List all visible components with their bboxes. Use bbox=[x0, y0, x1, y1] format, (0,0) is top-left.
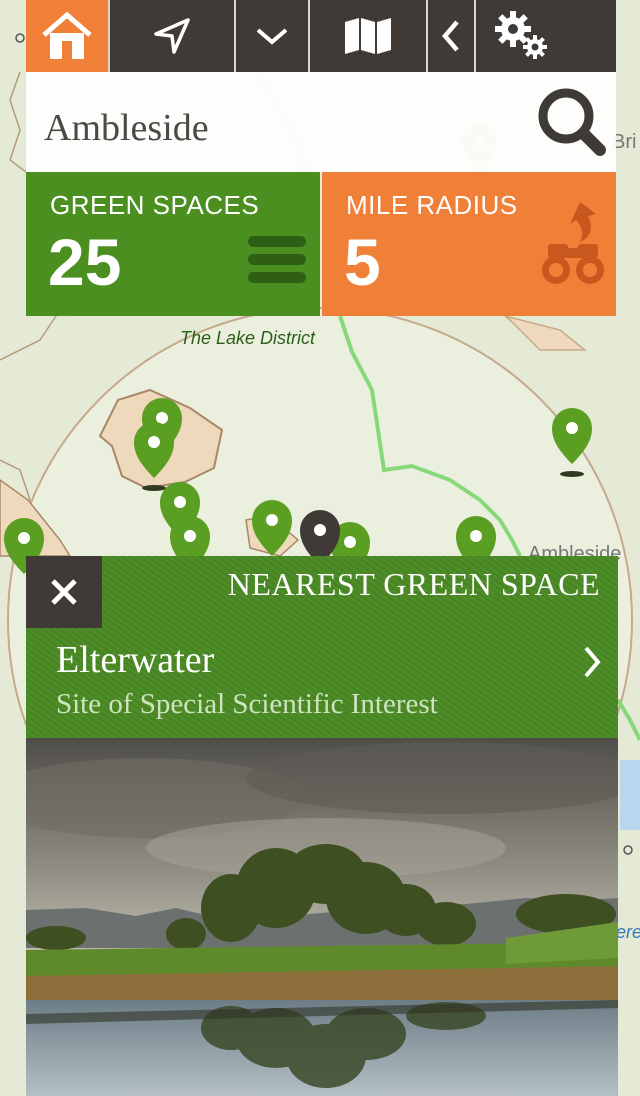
top-toolbar bbox=[26, 0, 616, 72]
mile-radius-label: MILE RADIUS bbox=[346, 190, 518, 220]
chevron-down-icon bbox=[256, 28, 288, 45]
nearest-heading: NEAREST GREEN SPACE bbox=[227, 566, 600, 602]
green-spaces-count: 25 bbox=[48, 225, 122, 299]
landscape-photo bbox=[26, 738, 618, 1096]
location-search-input[interactable]: Ambleside bbox=[44, 106, 209, 150]
settings-gears-icon bbox=[495, 11, 547, 59]
mile-radius-tile[interactable]: MILE RADIUS 5 bbox=[322, 172, 616, 316]
search-icon[interactable] bbox=[536, 86, 606, 156]
map-region-label: The Lake District bbox=[180, 328, 316, 348]
home-icon bbox=[42, 11, 92, 59]
map-edge-label-bottom: ere bbox=[616, 922, 640, 942]
map-icon bbox=[345, 18, 391, 54]
chevron-right-icon[interactable] bbox=[580, 644, 604, 680]
place-designation: Site of Special Scientific Interest bbox=[56, 688, 438, 720]
nearest-green-space-panel[interactable]: NEAREST GREEN SPACE Elterwater Site of S… bbox=[26, 556, 618, 738]
close-button[interactable] bbox=[26, 556, 102, 628]
back-icon bbox=[442, 20, 459, 52]
home-button[interactable] bbox=[26, 0, 108, 72]
green-spaces-label: GREEN SPACES bbox=[50, 190, 260, 220]
mile-radius-value: 5 bbox=[344, 225, 381, 299]
list-icon bbox=[248, 236, 306, 283]
binoculars-icon bbox=[542, 202, 604, 284]
location-arrow-icon bbox=[154, 18, 190, 54]
locate-me-button[interactable] bbox=[108, 0, 234, 72]
map-view-button[interactable] bbox=[308, 0, 426, 72]
place-name: Elterwater bbox=[56, 639, 215, 681]
back-button[interactable] bbox=[426, 0, 474, 72]
location-search-bar[interactable]: Ambleside bbox=[26, 72, 616, 172]
green-spaces-tile[interactable]: GREEN SPACES 25 bbox=[26, 172, 320, 316]
close-icon bbox=[51, 579, 77, 605]
settings-button[interactable] bbox=[474, 0, 570, 72]
dropdown-button[interactable] bbox=[234, 0, 308, 72]
place-photo[interactable] bbox=[26, 738, 618, 1096]
